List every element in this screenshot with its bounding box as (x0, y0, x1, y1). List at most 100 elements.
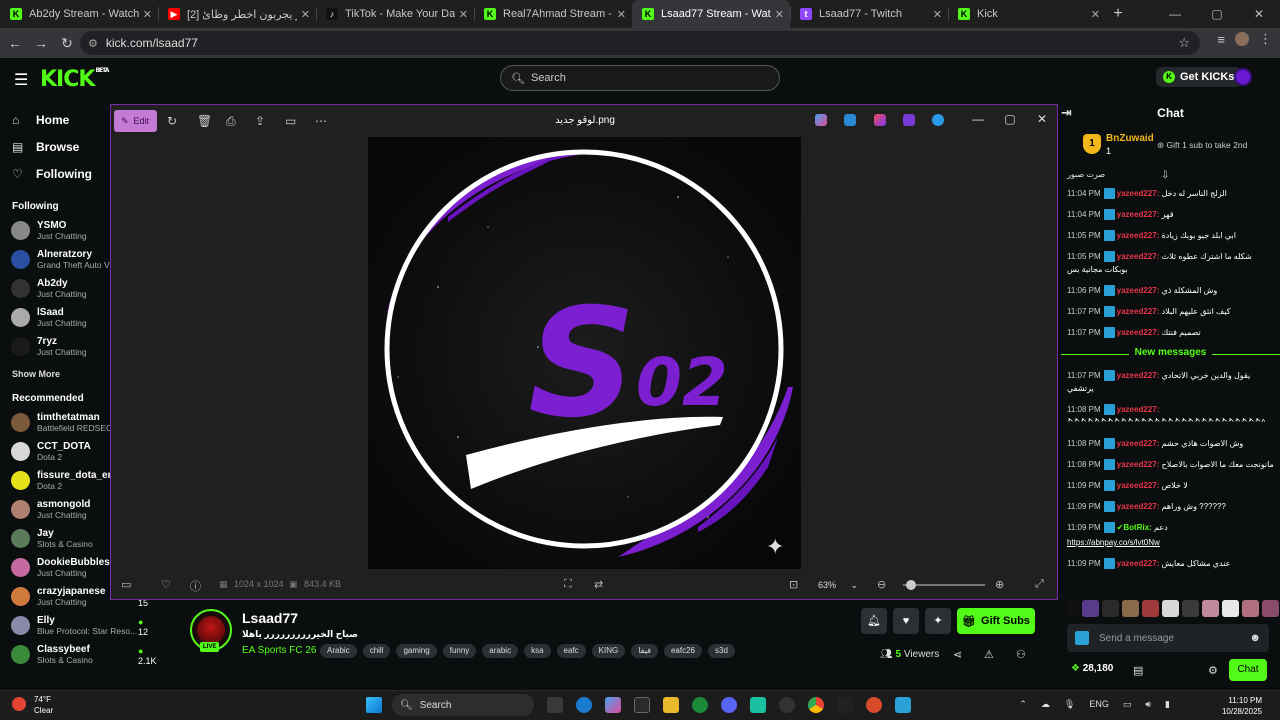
stream-tag[interactable]: KING (591, 644, 626, 658)
channel-item[interactable]: YSMO Just Chatting (0, 216, 110, 245)
sidebar-item-following[interactable]: ♡ Following (0, 160, 110, 187)
zoom-in-icon[interactable]: ⊕ (995, 578, 1004, 591)
copilot-icon[interactable] (815, 114, 827, 126)
subscribe-icon[interactable]: ✦ (925, 608, 951, 634)
chrome-icon[interactable] (808, 697, 824, 713)
zoom-slider-knob[interactable] (906, 580, 916, 590)
filmstrip-icon[interactable]: ▭ (121, 578, 131, 591)
file-explorer-icon[interactable] (663, 697, 679, 713)
message-username[interactable]: yazeed227: (1117, 231, 1160, 240)
volume-icon[interactable]: 🔊︎ (1145, 699, 1151, 710)
stream-tag[interactable]: gaming (396, 644, 437, 658)
image-canvas[interactable]: S 02 (368, 137, 801, 569)
chat-input[interactable]: Send a message ☻ (1067, 624, 1269, 652)
message-username[interactable]: yazeed227: (1117, 439, 1160, 448)
message-username[interactable]: yazeed227: (1117, 189, 1160, 198)
stream-tag[interactable]: s3d (708, 644, 735, 658)
browser-tab[interactable]: ♪ TikTok - Make Your Day ✕ (316, 0, 474, 28)
bookmark-star-icon[interactable]: ☆ (1178, 35, 1190, 51)
emote[interactable] (1122, 600, 1139, 617)
channel-item[interactable]: Elly Blue Protocol: Star Reso... ● 12 (0, 611, 148, 640)
battery-icon[interactable]: ▮ (1165, 699, 1170, 710)
weather-widget[interactable]: 74°F Clear (12, 694, 53, 716)
more-stream-options-icon[interactable]: ⚇ (1016, 648, 1026, 661)
gift-prompt[interactable]: ⊛ Gift 1 sub to take 2nd (1157, 140, 1247, 151)
stream-tag[interactable]: eafc (556, 644, 586, 658)
window-minimize-icon[interactable]: — (963, 112, 993, 126)
reload-icon[interactable]: ↻ (54, 35, 80, 52)
sidebar-item-browse[interactable]: ▤ Browse (0, 133, 110, 160)
clipchamp-icon[interactable] (874, 114, 886, 126)
favorite-icon[interactable]: ♡ (161, 578, 171, 591)
channel-item[interactable]: CCT_DOTA Dota 2 (0, 437, 110, 466)
info-icon[interactable]: ⓘ (190, 578, 201, 594)
browser-tab[interactable]: t Lsaad77 - Twitch ✕ (790, 0, 948, 28)
app-icon[interactable] (903, 114, 915, 126)
stream-tag[interactable]: eafc26 (663, 644, 702, 658)
message-username[interactable]: yazeed227: (1117, 210, 1160, 219)
channel-item[interactable]: 7ryz Just Chatting (0, 332, 110, 361)
notification-bell-icon[interactable]: 🔔︎ (861, 608, 887, 634)
stream-tag[interactable]: arabic (482, 644, 519, 658)
crop-icon[interactable]: ⛶ (564, 578, 572, 591)
new-tab-button[interactable]: + (1106, 5, 1130, 23)
window-close-icon[interactable]: ✕ (1027, 112, 1057, 126)
send-chat-button[interactable]: Chat (1229, 659, 1267, 681)
network-icon[interactable]: ▭ (1123, 699, 1132, 710)
emote[interactable] (1242, 600, 1259, 617)
collapse-chat-icon[interactable]: ⇥ (1061, 105, 1072, 121)
stream-tag[interactable]: ksa (524, 644, 551, 658)
photos-taskbar-icon[interactable] (895, 697, 911, 713)
browser-tab[interactable]: K Lsaad77 Stream - Watch Live o ✕ (632, 0, 790, 28)
address-bar[interactable]: ⚙ kick.com/lsaad77 ☆ (80, 31, 1200, 55)
stream-category[interactable]: EA Sports FC 26 (242, 645, 316, 656)
settings-taskbar-icon[interactable] (779, 697, 795, 713)
emote-arrow-icon[interactable] (1067, 600, 1079, 617)
emoji-picker-icon[interactable]: ☻ (1249, 632, 1261, 644)
edge-icon[interactable] (576, 697, 592, 713)
share-stream-icon[interactable]: ⋖ (953, 648, 962, 661)
top-gifter-name[interactable]: BnZuwaid (1106, 133, 1154, 144)
fit-screen-icon[interactable]: ⊡ (789, 578, 798, 591)
zoom-slider[interactable] (903, 580, 985, 590)
epic-games-icon[interactable] (837, 697, 853, 713)
store-icon[interactable]: ▤ (1133, 664, 1143, 677)
channel-item[interactable]: DookieBubbles Just Chatting (0, 553, 110, 582)
copilot-taskbar-icon[interactable] (605, 697, 621, 713)
message-username[interactable]: yazeed227: (1117, 559, 1160, 568)
channel-item[interactable]: crazyjapaneseJust Chatting● 15 (0, 582, 148, 611)
message-username[interactable]: yazeed227: (1117, 286, 1160, 295)
mic-icon[interactable]: 🎙︎ (1064, 699, 1075, 710)
minimize-icon[interactable]: — (1154, 0, 1196, 28)
browser-tab[interactable]: K Kick ✕ (948, 0, 1106, 28)
emote[interactable] (1222, 600, 1239, 617)
tab-close-icon[interactable]: ✕ (301, 8, 310, 21)
follow-heart-icon[interactable]: ♥ (893, 608, 919, 634)
scroll-to-bottom-icon[interactable]: ⇩ (1161, 170, 1169, 181)
fullscreen-icon[interactable]: ⤢ (1035, 578, 1044, 591)
chat-settings-icon[interactable]: ⚙ (1208, 664, 1218, 677)
tab-close-icon[interactable]: ✕ (459, 8, 468, 21)
emote[interactable] (1082, 600, 1099, 617)
emote[interactable] (1182, 600, 1199, 617)
close-icon[interactable]: ✕ (1238, 0, 1280, 28)
tab-close-icon[interactable]: ✕ (617, 8, 626, 21)
window-maximize-icon[interactable]: ▢ (995, 112, 1025, 126)
language-indicator[interactable]: ENG (1089, 699, 1109, 710)
browser-tab[interactable]: K Ab2dy Stream - Watch Live on ✕ (0, 0, 158, 28)
reading-list-icon[interactable]: ≡ (1217, 32, 1225, 47)
message-username[interactable]: yazeed227: (1117, 460, 1160, 469)
hamburger-menu-icon[interactable]: ☰ (14, 70, 28, 90)
site-info-icon[interactable]: ⚙ (88, 37, 98, 50)
channel-item[interactable]: Classybeef Slots & Casino ● 2.1K (0, 640, 157, 669)
emote[interactable] (1142, 600, 1159, 617)
streamer-name[interactable]: Lsaad77 (242, 610, 298, 626)
channel-item[interactable]: timthetatman Battlefield REDSEC (0, 408, 112, 437)
channel-item[interactable]: lSaad Just Chatting (0, 303, 110, 332)
adjust-icon[interactable]: ⇄ (594, 578, 603, 591)
taskbar-search[interactable]: 🔍︎ Search (392, 694, 534, 716)
browser-tab[interactable]: K Real7Ahmad Stream - Watch Li ✕ (474, 0, 632, 28)
tab-close-icon[interactable]: ✕ (933, 8, 942, 21)
onedrive-icon[interactable] (932, 114, 944, 126)
stream-tag[interactable]: chill (362, 644, 391, 658)
